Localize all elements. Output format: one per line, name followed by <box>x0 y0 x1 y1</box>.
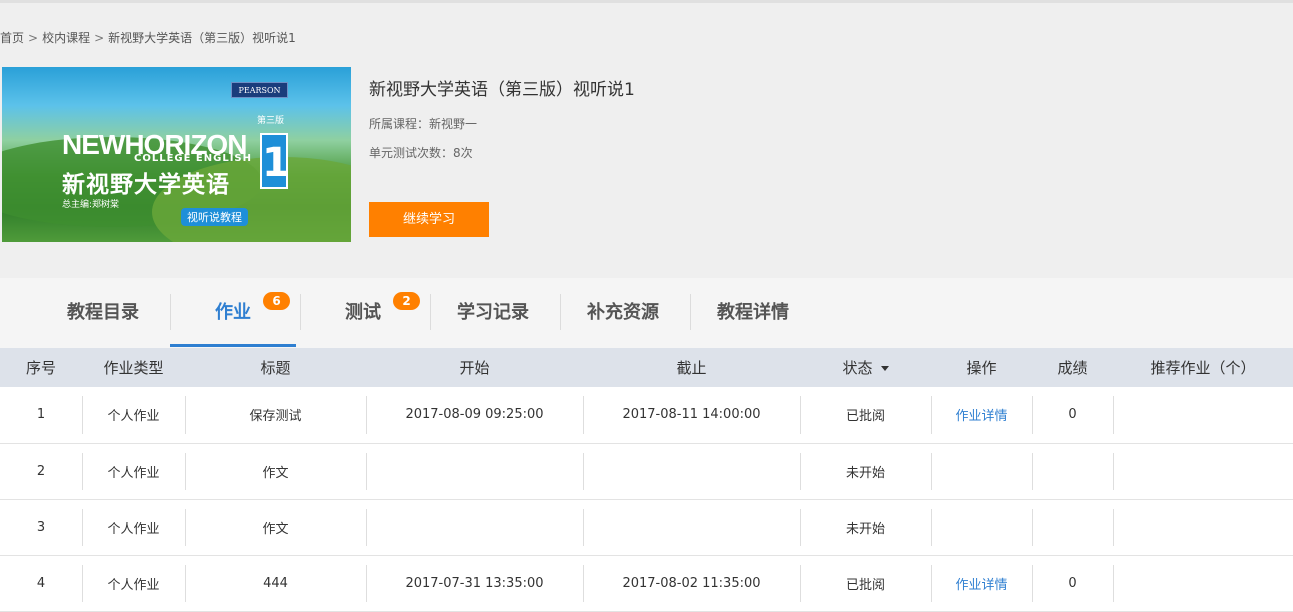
cell-action <box>931 443 1032 499</box>
col-header-no: 序号 <box>25 359 56 377</box>
status-header-label: 状态 <box>842 359 873 377</box>
cell-end <box>583 499 800 555</box>
cell-status: 已批阅 <box>800 555 931 611</box>
cell-start <box>366 499 583 555</box>
cell-status: 未开始 <box>800 443 931 499</box>
cell-action <box>931 499 1032 555</box>
cell-start <box>366 443 583 499</box>
cell-score: 0 <box>1032 387 1113 443</box>
col-header-action: 操作 <box>966 359 997 377</box>
course-cover-image: PEARSON 第三版 NEWHORIZON COLLEGE ENGLISH 1… <box>2 67 351 242</box>
cell-no: 2 <box>36 463 46 479</box>
cell-action: 作业详情 <box>931 555 1032 611</box>
col-header-title: 标题 <box>260 359 291 377</box>
cover-volume: 1 <box>260 133 290 189</box>
tab-bar: 教程目录 作业 6 测试 2 学习记录 补充资源 教程详情 <box>0 278 1293 348</box>
cell-title: 作文 <box>185 499 366 555</box>
tab-details[interactable]: 教程详情 <box>688 293 818 348</box>
cell-type: 个人作业 <box>82 443 185 499</box>
cell-start: 2017-08-09 09:25:00 <box>366 387 583 443</box>
cell-status: 已批阅 <box>800 387 931 443</box>
sort-down-icon[interactable] <box>880 366 889 371</box>
cell-score <box>1032 443 1113 499</box>
cell-type: 个人作业 <box>82 387 185 443</box>
table-row: 2 个人作业 作文 未开始 <box>0 443 1293 499</box>
publisher-logo: PEARSON <box>231 82 288 98</box>
cell-end <box>583 443 800 499</box>
cell-no: 1 <box>36 407 46 423</box>
cell-title: 保存测试 <box>185 387 366 443</box>
cell-end: 2017-08-11 14:00:00 <box>583 387 800 443</box>
cell-no: 4 <box>36 575 46 591</box>
col-header-score: 成绩 <box>1057 359 1088 377</box>
top-border <box>0 0 1293 3</box>
tests-count-badge: 2 <box>393 292 420 310</box>
table-row: 4 个人作业 444 2017-07-31 13:35:00 2017-08-0… <box>0 555 1293 611</box>
tab-label: 测试 <box>345 302 381 323</box>
cell-title: 作文 <box>185 443 366 499</box>
cell-recommended <box>1113 499 1293 555</box>
cell-type: 个人作业 <box>82 499 185 555</box>
cover-subtitle-en: COLLEGE ENGLISH <box>134 153 253 164</box>
homework-table: 序号 作业类型 标题 开始 截止 状态 操作 成绩 推荐作业（个） 1 个人作业… <box>0 348 1293 612</box>
col-header-status[interactable]: 状态 <box>800 348 931 387</box>
homework-detail-link[interactable]: 作业详情 <box>955 578 1007 593</box>
cell-no: 3 <box>36 519 46 535</box>
cell-status: 未开始 <box>800 499 931 555</box>
homework-detail-link[interactable]: 作业详情 <box>955 409 1007 424</box>
table-row: 1 个人作业 保存测试 2017-08-09 09:25:00 2017-08-… <box>0 387 1293 443</box>
tab-label: 教程目录 <box>67 302 139 323</box>
unit-test-count: 单元测试次数：8次 <box>369 146 473 160</box>
cell-start: 2017-07-31 13:35:00 <box>366 555 583 611</box>
cell-end: 2017-08-02 11:35:00 <box>583 555 800 611</box>
tab-study-record[interactable]: 学习记录 <box>428 293 558 348</box>
breadcrumb-separator: > <box>94 31 105 45</box>
table-header-row: 序号 作业类型 标题 开始 截止 状态 操作 成绩 推荐作业（个） <box>0 348 1293 387</box>
tab-label: 学习记录 <box>457 302 529 323</box>
cell-recommended <box>1113 387 1293 443</box>
tab-label: 教程详情 <box>717 302 789 323</box>
cell-score: 0 <box>1032 555 1113 611</box>
breadcrumb-courses[interactable]: 校内课程 <box>42 31 90 45</box>
breadcrumb-current: 新视野大学英语（第三版）视听说1 <box>108 31 296 45</box>
col-header-recommended: 推荐作业（个） <box>1150 359 1256 377</box>
course-belongs: 所属课程：新视野一 <box>369 117 478 131</box>
cover-tag: 视听说教程 <box>181 208 248 226</box>
tab-tests[interactable]: 测试 2 <box>298 292 428 348</box>
tab-label: 补充资源 <box>587 302 659 323</box>
tab-catalog[interactable]: 教程目录 <box>38 293 168 348</box>
cell-type: 个人作业 <box>82 555 185 611</box>
cell-recommended <box>1113 443 1293 499</box>
cover-series-zh: 新视野大学英语 <box>62 172 230 198</box>
col-header-start: 开始 <box>459 359 490 377</box>
cell-title: 444 <box>185 555 366 611</box>
breadcrumb-separator: > <box>28 31 39 45</box>
cover-editor: 总主编:郑树棠 <box>62 200 120 210</box>
cell-action: 作业详情 <box>931 387 1032 443</box>
breadcrumb: 首页 > 校内课程 > 新视野大学英语（第三版）视听说1 <box>0 29 296 46</box>
col-header-type: 作业类型 <box>103 359 164 377</box>
cover-edition: 第三版 <box>257 116 285 126</box>
breadcrumb-home[interactable]: 首页 <box>0 31 24 45</box>
course-content-panel: 教程目录 作业 6 测试 2 学习记录 补充资源 教程详情 序号 作业类型 标题 开… <box>0 278 1293 611</box>
course-title: 新视野大学英语（第三版）视听说1 <box>369 80 635 100</box>
tab-label: 作业 <box>215 302 251 323</box>
cell-score <box>1032 499 1113 555</box>
tab-resources[interactable]: 补充资源 <box>558 293 688 348</box>
col-header-end: 截止 <box>676 359 707 377</box>
tab-homework[interactable]: 作业 6 <box>170 292 296 347</box>
homework-count-badge: 6 <box>263 292 290 310</box>
continue-learning-button[interactable]: 继续学习 <box>369 202 489 237</box>
table-row: 3 个人作业 作文 未开始 <box>0 499 1293 555</box>
cell-recommended <box>1113 555 1293 611</box>
